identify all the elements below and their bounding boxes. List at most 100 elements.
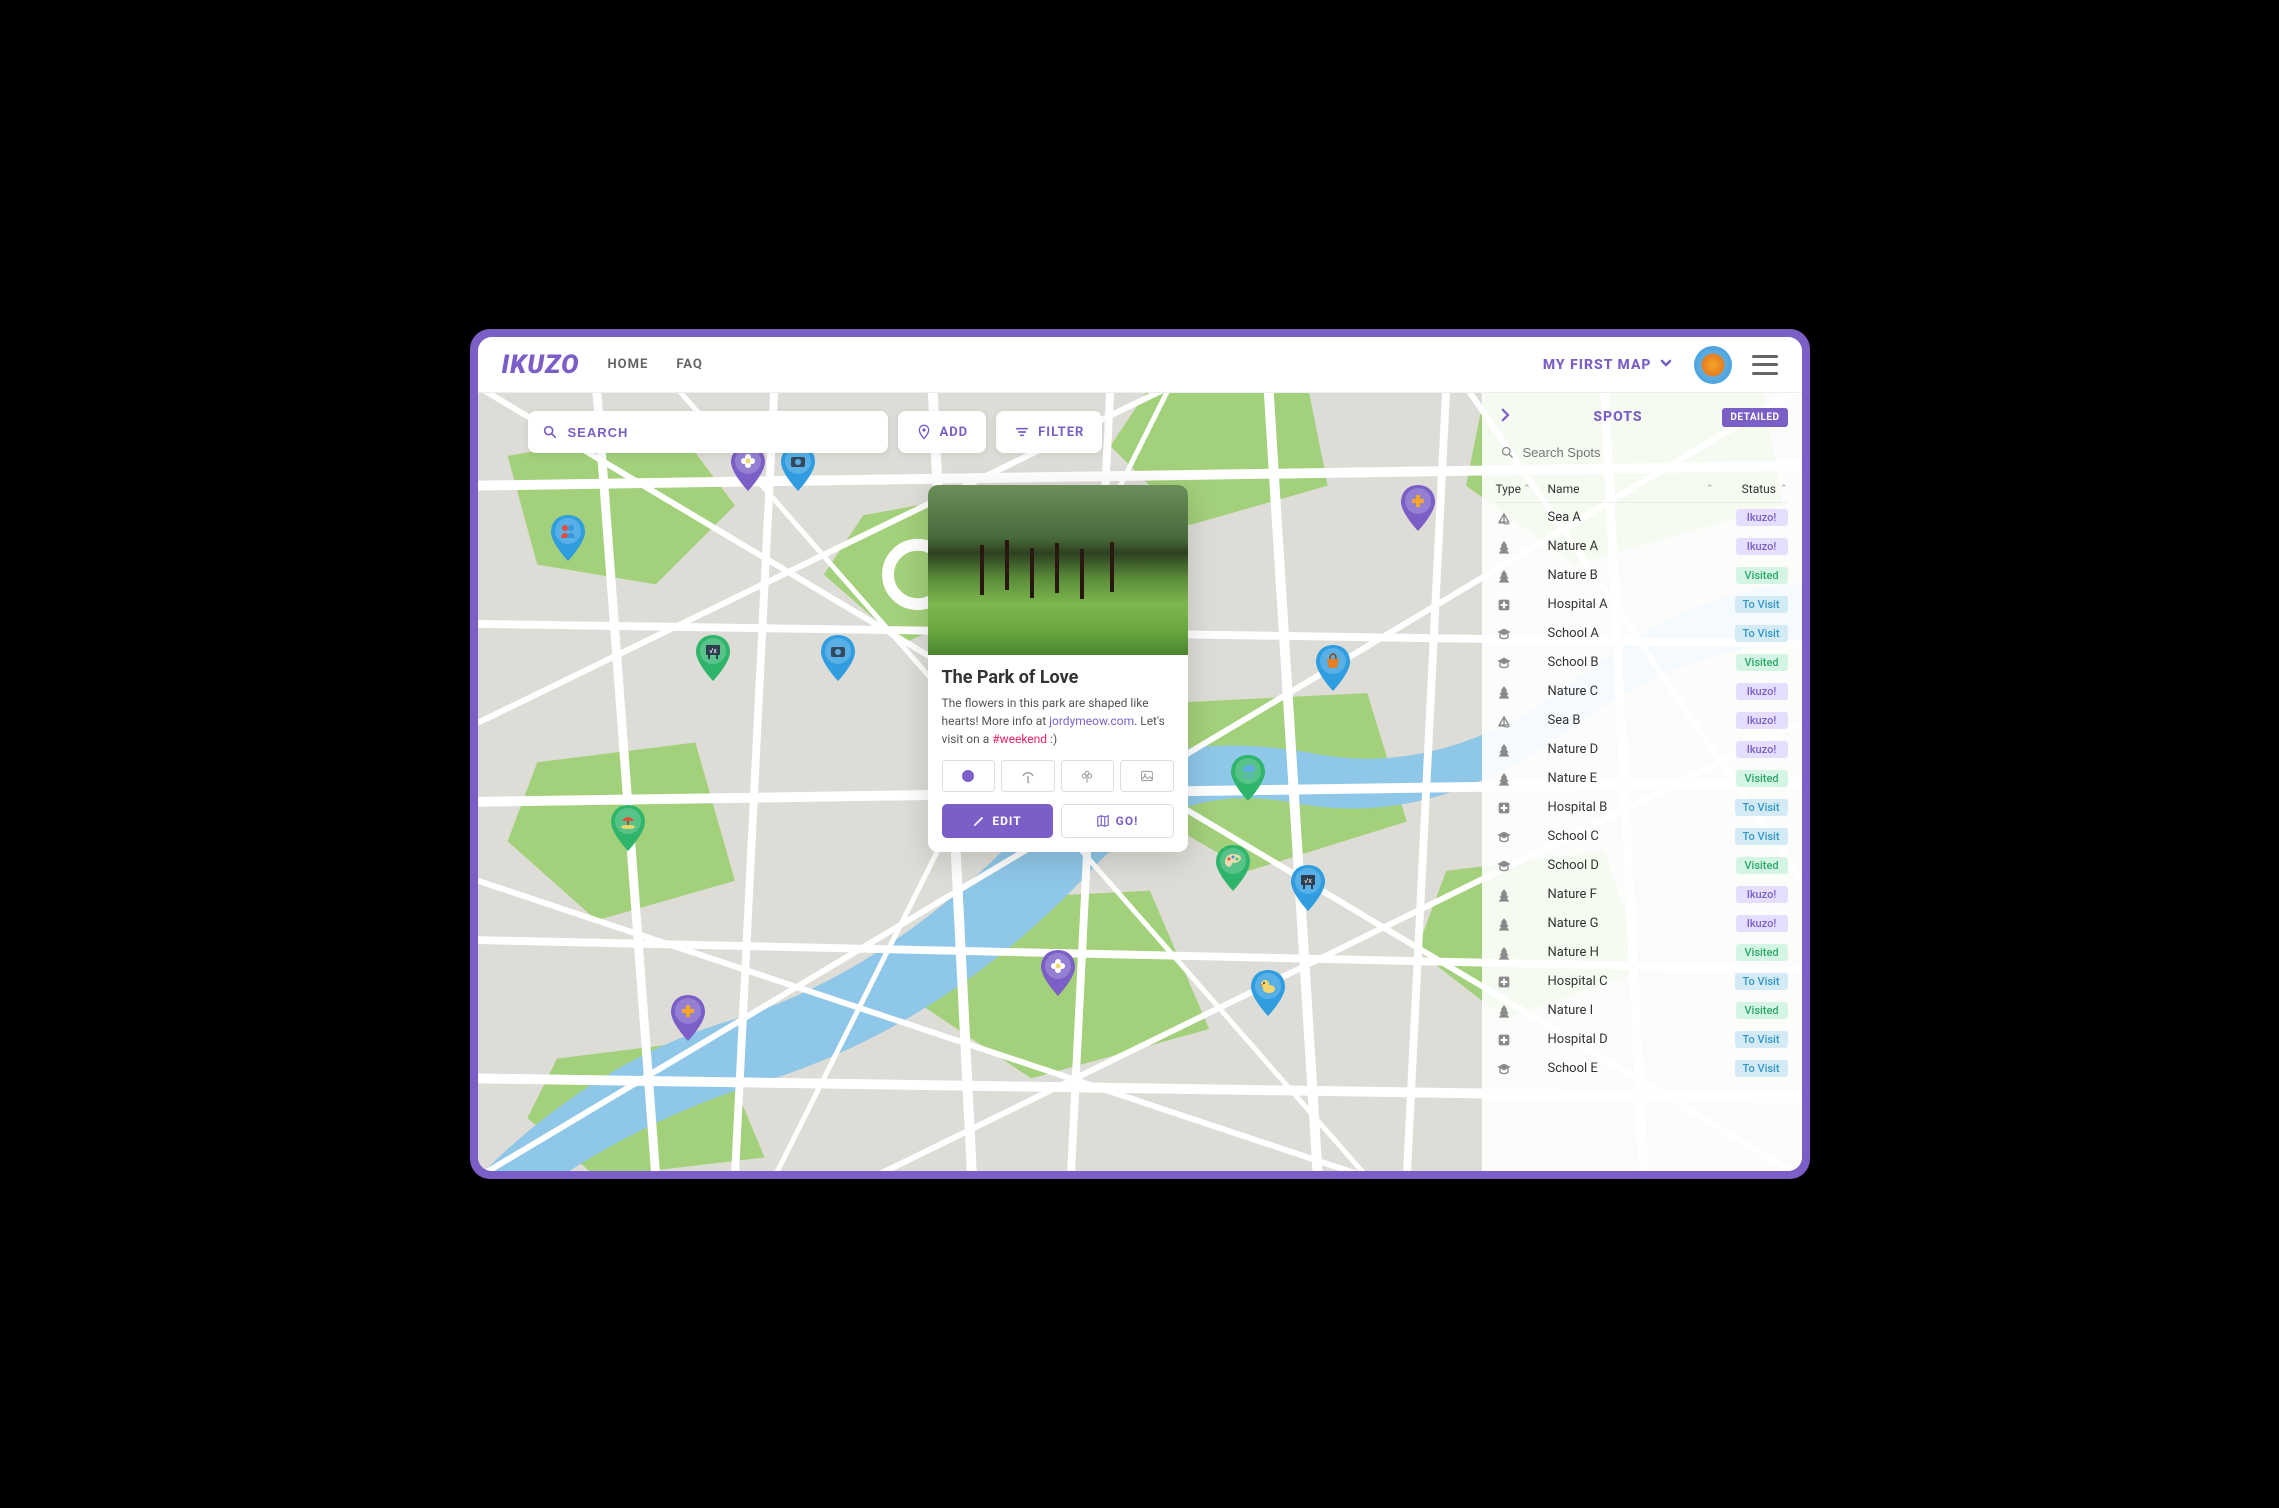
row-name: Nature F [1548,887,1714,902]
popup-hashtag[interactable]: #weekend [992,732,1047,746]
detailed-button[interactable]: DETAILED [1722,408,1787,427]
row-status: Visited [1714,770,1788,787]
row-name: School B [1548,655,1714,670]
sidebar-search[interactable] [1496,439,1788,466]
row-status: Ikuzo! [1714,509,1788,526]
map-selector[interactable]: MY FIRST MAP [1543,355,1674,375]
row-name: School A [1548,626,1714,641]
row-name: Nature I [1548,1003,1714,1018]
table-row[interactable]: Nature D Ikuzo! [1496,735,1788,764]
row-type-icon [1496,829,1548,845]
search-icon [542,424,558,440]
table-row[interactable]: Hospital B To Visit [1496,793,1788,822]
table-row[interactable]: School E To Visit [1496,1054,1788,1083]
row-status: Visited [1714,567,1788,584]
row-name: Nature E [1548,771,1714,786]
table-row[interactable]: Nature I Visited [1496,996,1788,1025]
row-status: To Visit [1714,828,1788,845]
filter-label: FILTER [1038,425,1084,440]
map-search-input[interactable] [568,425,874,440]
map-pin[interactable] [608,803,648,853]
map-selector-label: MY FIRST MAP [1543,357,1652,373]
popup-description: The flowers in this park are shaped like… [942,694,1174,748]
row-status: Ikuzo! [1714,712,1788,729]
map-pin[interactable] [1213,843,1253,893]
sort-icon: ⌃ [1523,484,1531,494]
map-pin[interactable]: √x [1288,863,1328,913]
add-button[interactable]: ADD [898,411,987,453]
row-status: Ikuzo! [1714,741,1788,758]
table-row[interactable]: Nature C Ikuzo! [1496,677,1788,706]
map-pin[interactable] [1248,968,1288,1018]
map-pin[interactable] [668,993,708,1043]
row-type-icon [1496,1061,1548,1077]
category-dot-icon[interactable] [942,760,996,792]
sidebar-search-input[interactable] [1523,445,1784,460]
map-icon [1096,814,1110,828]
filter-button[interactable]: FILTER [996,411,1102,453]
table-row[interactable]: Nature H Visited [1496,938,1788,967]
main: √x √x [478,393,1802,1171]
table-row[interactable]: School D Visited [1496,851,1788,880]
table-row[interactable]: Nature E Visited [1496,764,1788,793]
row-name: Hospital B [1548,800,1714,815]
row-name: Hospital A [1548,597,1714,612]
table-row[interactable]: Nature A Ikuzo! [1496,532,1788,561]
nav-home[interactable]: HOME [608,357,649,372]
row-type-icon [1496,858,1548,874]
map-search[interactable] [528,411,888,453]
flower-icon[interactable] [1061,760,1115,792]
row-type-icon [1496,771,1548,787]
umbrella-icon[interactable] [1001,760,1055,792]
map-pin[interactable] [1313,643,1353,693]
table-row[interactable]: Nature G Ikuzo! [1496,909,1788,938]
row-name: Nature D [1548,742,1714,757]
row-status: Ikuzo! [1714,886,1788,903]
image-icon[interactable] [1120,760,1174,792]
table-row[interactable]: School B Visited [1496,648,1788,677]
map-pin[interactable] [1228,753,1268,803]
table-row[interactable]: Nature F Ikuzo! [1496,880,1788,909]
table-row[interactable]: Sea A Ikuzo! [1496,503,1788,532]
collapse-sidebar-icon[interactable] [1496,405,1514,429]
table-row[interactable]: School A To Visit [1496,619,1788,648]
row-status: Visited [1714,654,1788,671]
popup-link[interactable]: jordymeow.com [1049,714,1134,728]
map-pin[interactable]: √x [693,633,733,683]
map-pin[interactable] [818,633,858,683]
row-status: To Visit [1714,596,1788,613]
nav-faq[interactable]: FAQ [676,357,703,372]
logo[interactable]: IKUZO [502,350,580,380]
sort-icon: ⌃ [1780,484,1788,494]
row-type-icon [1496,974,1548,990]
map-toolbar: ADD FILTER [528,411,1103,453]
table-row[interactable]: Hospital D To Visit [1496,1025,1788,1054]
go-button[interactable]: GO! [1061,804,1174,838]
header-name[interactable]: Name⌃ [1548,482,1714,496]
svg-text:√x: √x [709,647,717,655]
map-pin[interactable] [548,513,588,563]
table-row[interactable]: Hospital C To Visit [1496,967,1788,996]
svg-text:√x: √x [1304,877,1312,885]
row-type-icon [1496,568,1548,584]
table-header: Type⌃ Name⌃ Status⌃ [1496,476,1788,503]
table-row[interactable]: Sea B Ikuzo! [1496,706,1788,735]
row-name: Hospital D [1548,1032,1714,1047]
map-pin[interactable] [1398,483,1438,533]
header-type[interactable]: Type⌃ [1496,482,1548,496]
map-pin[interactable] [1038,948,1078,998]
spot-popup: The Park of Love The flowers in this par… [928,485,1188,852]
menu-icon[interactable] [1752,355,1778,375]
row-type-icon [1496,684,1548,700]
header: IKUZO HOME FAQ MY FIRST MAP [478,337,1802,393]
header-status[interactable]: Status⌃ [1714,482,1788,496]
row-name: School C [1548,829,1714,844]
search-icon [1500,445,1515,460]
table-row[interactable]: Hospital A To Visit [1496,590,1788,619]
table-row[interactable]: School C To Visit [1496,822,1788,851]
row-name: School D [1548,858,1714,873]
edit-button[interactable]: EDIT [942,804,1053,838]
table-row[interactable]: Nature B Visited [1496,561,1788,590]
sidebar-title: SPOTS [1524,409,1713,425]
avatar[interactable] [1694,346,1732,384]
